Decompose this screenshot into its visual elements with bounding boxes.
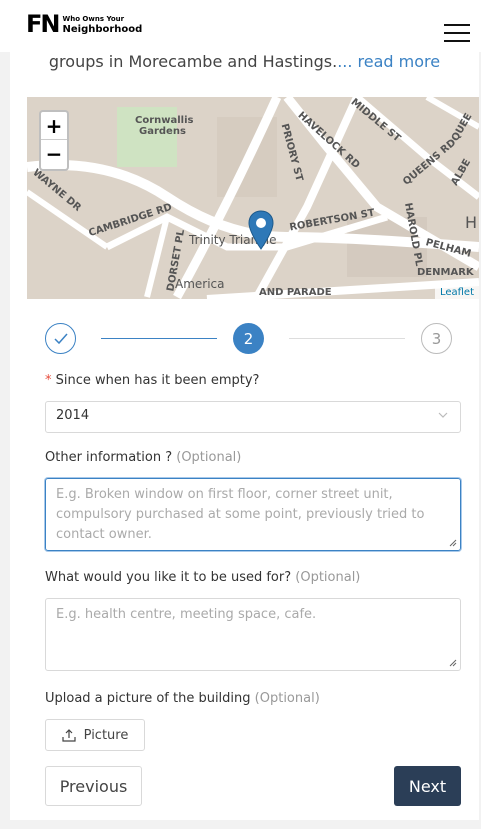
empty-since-select[interactable]: 2014 (45, 401, 461, 433)
logo-mark: FN (26, 10, 61, 38)
upload-icon (62, 729, 76, 742)
use-for-textarea[interactable]: E.g. health centre, meeting space, cafe. (45, 598, 461, 671)
resize-handle-icon[interactable] (449, 659, 457, 667)
step-3: 3 (421, 323, 452, 354)
upload-label-text: Upload a picture of the building (45, 691, 251, 706)
step-2: 2 (233, 323, 264, 354)
read-more-link[interactable]: ... read more (337, 52, 440, 71)
step-connector-1 (101, 338, 217, 339)
use-for-label: What would you like it to be used for? (… (45, 570, 360, 585)
resize-handle-icon[interactable] (449, 539, 457, 547)
empty-since-value: 2014 (56, 408, 90, 423)
empty-since-label-text: Since when has it been empty? (55, 373, 260, 388)
other-info-textarea[interactable]: E.g. Broken window on first floor, corne… (45, 478, 461, 551)
map-label-gardens: Gardens (139, 126, 186, 137)
logo[interactable]: FN Who Owns Your Neighborhood (26, 12, 142, 36)
optional-tag: (Optional) (176, 450, 242, 465)
map-label-parade: AND PARADE (259, 287, 332, 298)
other-info-placeholder: E.g. Broken window on first floor, corne… (56, 487, 425, 542)
map-label-h: H (465, 213, 478, 232)
step-connector-2 (289, 338, 405, 339)
use-for-placeholder: E.g. health centre, meeting space, cafe. (56, 607, 317, 622)
previous-button[interactable]: Previous (45, 766, 142, 806)
map-pin-icon[interactable] (248, 210, 274, 250)
map-tiles (27, 97, 479, 299)
next-button[interactable]: Next (394, 766, 461, 806)
use-for-label-text: What would you like it to be used for? (45, 570, 292, 585)
form-card: groups in Morecambe and Hastings.... rea… (10, 40, 479, 820)
zoom-in-button[interactable]: + (41, 112, 67, 140)
zoom-out-button[interactable]: − (41, 140, 67, 168)
map-label-denmark: DENMARK (417, 267, 474, 278)
intro-text: groups in Morecambe and Hastings.... rea… (10, 52, 479, 71)
hamburger-icon[interactable] (444, 24, 470, 42)
map-label-america: America (175, 277, 225, 291)
step-1 (45, 323, 76, 354)
logo-tagline: Who Owns Your (62, 14, 125, 23)
zoom-control: + − (39, 110, 69, 171)
logo-text: Who Owns Your Neighborhood (62, 14, 142, 35)
other-info-label: Other information ? (Optional) (45, 450, 241, 465)
upload-label: Upload a picture of the building (Option… (45, 691, 320, 706)
optional-tag: (Optional) (254, 691, 320, 706)
map-label-cornwallis: Cornwallis (135, 115, 194, 126)
map[interactable]: Cornwallis Gardens PRIORY ST HAVELOCK RD… (27, 97, 479, 299)
upload-button-label: Picture (83, 727, 129, 743)
upload-picture-button[interactable]: Picture (45, 719, 145, 751)
site-header: FN Who Owns Your Neighborhood (0, 0, 481, 52)
other-info-label-text: Other information ? (45, 450, 173, 465)
progress-stepper: 2 3 (45, 323, 453, 355)
chevron-down-icon (438, 412, 448, 418)
required-mark: * (45, 373, 52, 388)
logo-title: Neighborhood (62, 23, 143, 35)
map-attribution[interactable]: Leaflet (434, 286, 479, 299)
empty-since-label: * Since when has it been empty? (45, 373, 259, 388)
intro-snippet: groups in Morecambe and Hastings. (48, 52, 338, 71)
optional-tag: (Optional) (295, 570, 361, 585)
check-icon (53, 333, 68, 344)
